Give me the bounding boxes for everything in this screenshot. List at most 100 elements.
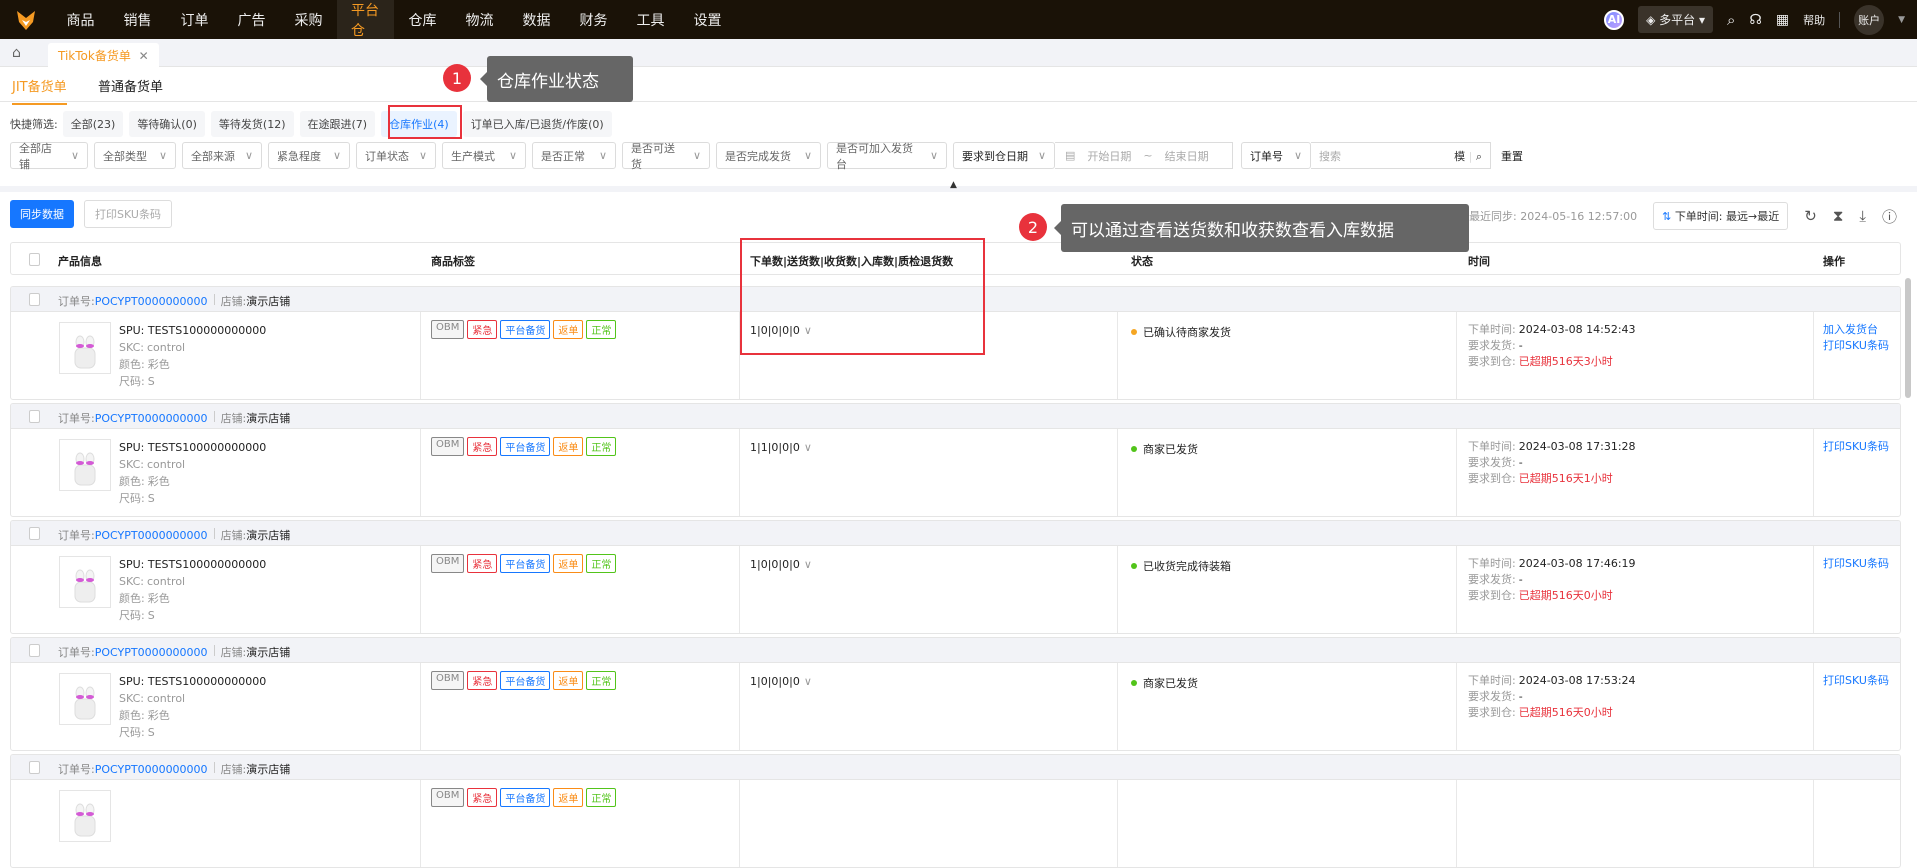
time-order_time-value: 2024-03-08 17:53:24: [1518, 674, 1636, 687]
nav-item[interactable]: 仓库: [394, 0, 451, 39]
apps-grid-icon[interactable]: ▦: [1776, 12, 1789, 28]
hourglass-icon[interactable]: ⧗: [1833, 207, 1844, 225]
product-color-value: 彩色: [147, 709, 170, 722]
order-info: 订单号:POCYPT0000000000 店铺:演示店铺: [58, 761, 290, 777]
time-order_time-label: 下单时间:: [1468, 674, 1516, 687]
order-no-link[interactable]: POCYPT0000000000: [95, 646, 208, 659]
nav-item[interactable]: 财务: [565, 0, 622, 39]
nav-item[interactable]: 采购: [280, 0, 337, 39]
time-arrive_req: 要求到仓: 已超期516天0小时: [1468, 705, 1636, 721]
action-link[interactable]: 打印SKU条码: [1823, 338, 1889, 354]
column-divider: [1117, 780, 1118, 867]
fox-logo-icon[interactable]: [0, 0, 52, 39]
print-sku-button[interactable]: 打印SKU条码: [84, 200, 172, 228]
nav-item[interactable]: 工具: [622, 0, 679, 39]
close-icon[interactable]: ✕: [139, 49, 149, 63]
quantity-summary[interactable]: 1|0|0|0|0 ∨: [750, 558, 812, 571]
headset-icon[interactable]: ☊: [1749, 12, 1761, 28]
filter-select[interactable]: 是否可送货 ∨: [622, 142, 710, 171]
row-checkbox[interactable]: [29, 527, 40, 540]
action-link[interactable]: 打印SKU条码: [1823, 673, 1889, 689]
date-type-select[interactable]: 要求到仓日期 ∨: [953, 142, 1055, 169]
subtab-jit[interactable]: JIT备货单: [12, 76, 67, 105]
product-image[interactable]: [59, 790, 111, 842]
nav-item[interactable]: 平台仓: [337, 0, 394, 39]
order-no-link[interactable]: POCYPT0000000000: [95, 529, 208, 542]
help-icon[interactable]: ⓘ: [1882, 206, 1897, 227]
help-link[interactable]: 帮助: [1803, 12, 1825, 28]
product-tag: 紧急: [467, 320, 498, 339]
fuzzy-toggle[interactable]: 模: [1454, 150, 1465, 163]
account-avatar[interactable]: 账户: [1854, 4, 1885, 35]
search-input[interactable]: 搜索模 | ⌕: [1311, 142, 1491, 169]
date-range-picker[interactable]: ▤ 开始日期 ~ 结束日期: [1055, 142, 1233, 169]
header-tags: 商品标签: [431, 255, 475, 268]
nav-item[interactable]: 订单: [166, 0, 223, 39]
filter-select[interactable]: 是否正常 ∨: [532, 142, 616, 169]
row-checkbox[interactable]: [29, 644, 40, 657]
filter-select[interactable]: 全部来源 ∨: [182, 142, 262, 169]
nav-item[interactable]: 商品: [52, 0, 109, 39]
quantity-summary[interactable]: 1|1|0|0|0 ∨: [750, 441, 812, 454]
collapse-arrow-icon[interactable]: ▲: [950, 180, 957, 190]
download-icon[interactable]: ⤓: [1859, 207, 1866, 225]
ai-assistant-icon[interactable]: AI: [1604, 9, 1625, 30]
search-icon[interactable]: ⌕: [1727, 11, 1735, 29]
quick-filter-chip[interactable]: 等待发货(12): [210, 111, 294, 137]
chevron-down-icon[interactable]: ∨: [804, 441, 812, 454]
chevron-down-icon[interactable]: ▼: [1898, 15, 1905, 25]
reset-button[interactable]: 重置: [1501, 148, 1523, 164]
row-checkbox[interactable]: [29, 293, 40, 306]
sort-button[interactable]: ⇅ 下单时间: 最远→最近: [1653, 202, 1789, 230]
filter-select[interactable]: 全部店铺 ∨: [10, 142, 88, 171]
platform-switch[interactable]: ◈ 多平台 ▾: [1638, 6, 1713, 33]
product-color-label: 颜色:: [119, 358, 145, 371]
tab-tiktok-restock[interactable]: TikTok备货单 ✕: [48, 43, 159, 67]
order-no-link[interactable]: POCYPT0000000000: [95, 412, 208, 425]
order-no-link[interactable]: POCYPT0000000000: [95, 763, 208, 776]
time-ship_req: 要求发货: -: [1468, 689, 1636, 705]
action-link[interactable]: 加入发货台: [1823, 322, 1889, 338]
nav-item[interactable]: 广告: [223, 0, 280, 39]
chevron-down-icon[interactable]: ∨: [804, 558, 812, 571]
quantity-summary[interactable]: 1|0|0|0|0 ∨: [750, 675, 812, 688]
nav-item[interactable]: 数据: [508, 0, 565, 39]
filter-select[interactable]: 是否可加入发货台 ∨: [827, 142, 947, 171]
row-checkbox[interactable]: [29, 761, 40, 774]
order-no-link[interactable]: POCYPT0000000000: [95, 295, 208, 308]
sync-data-button[interactable]: 同步数据: [10, 200, 74, 228]
quick-filter-chip[interactable]: 全部(23): [62, 111, 124, 137]
action-link[interactable]: 打印SKU条码: [1823, 556, 1889, 572]
search-type-select[interactable]: 订单号 ∨: [1241, 142, 1311, 169]
select-all-checkbox[interactable]: [29, 253, 40, 266]
quick-filter-chip[interactable]: 订单已入库/已退货/作废(0): [462, 111, 612, 137]
action-link[interactable]: 打印SKU条码: [1823, 439, 1889, 455]
filter-select[interactable]: 全部类型 ∨: [94, 142, 176, 169]
quick-filter-chip[interactable]: 在途跟进(7): [299, 111, 376, 137]
actions-cell: 打印SKU条码: [1823, 439, 1889, 455]
nav-item[interactable]: 设置: [679, 0, 736, 39]
chevron-down-icon: ∨: [70, 149, 79, 162]
search-icon[interactable]: ⌕: [1476, 150, 1482, 163]
filter-select[interactable]: 订单状态 ∨: [356, 142, 436, 169]
product-image[interactable]: [59, 439, 111, 491]
refresh-icon[interactable]: ↻: [1804, 207, 1817, 225]
quick-filter-chip[interactable]: 等待确认(0): [129, 111, 205, 137]
filter-select[interactable]: 紧急程度 ∨: [268, 142, 350, 169]
product-image[interactable]: [59, 322, 111, 374]
scrollbar[interactable]: [1905, 278, 1911, 398]
filter-select[interactable]: 是否完成发货 ∨: [716, 142, 821, 169]
product-image[interactable]: [59, 673, 111, 725]
subtab-normal[interactable]: 普通备货单: [98, 76, 163, 95]
row-checkbox[interactable]: [29, 410, 40, 423]
column-divider: [420, 429, 421, 516]
home-icon[interactable]: ⌂: [12, 45, 38, 67]
column-divider: [1117, 546, 1118, 633]
nav-item[interactable]: 销售: [109, 0, 166, 39]
filter-select[interactable]: 生产模式 ∨: [442, 142, 526, 169]
nav-item[interactable]: 物流: [451, 0, 508, 39]
quantity-values: 1|1|0|0|0: [750, 441, 800, 454]
status-text: 已确认待商家发货: [1143, 326, 1231, 339]
chevron-down-icon[interactable]: ∨: [804, 675, 812, 688]
product-image[interactable]: [59, 556, 111, 608]
